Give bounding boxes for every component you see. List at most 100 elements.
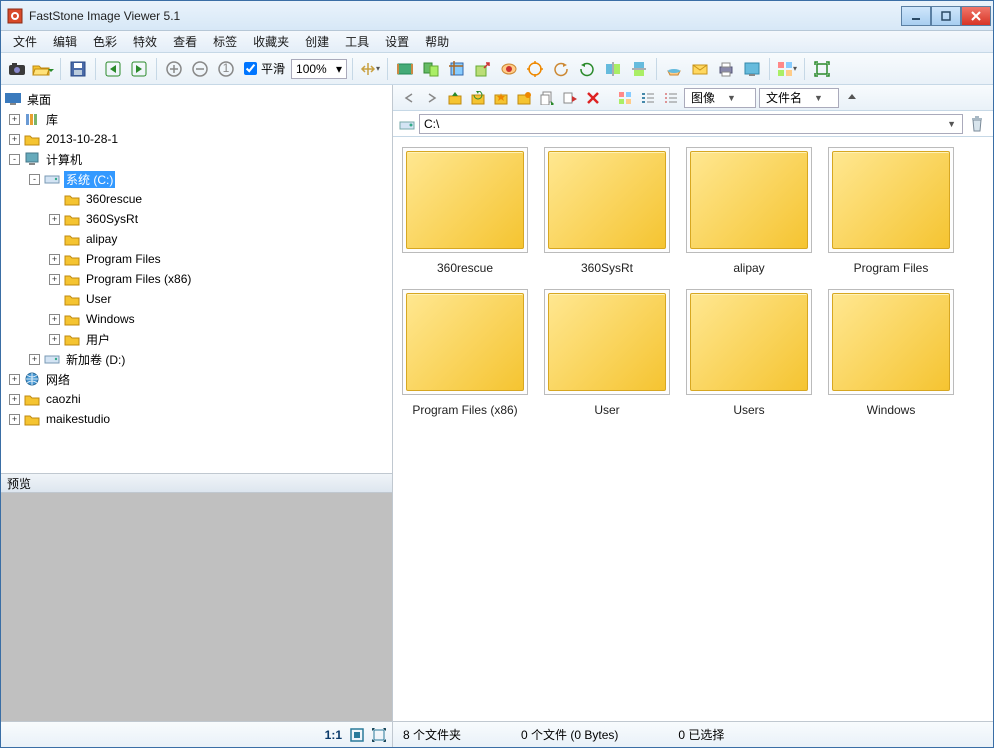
- actual-size-button[interactable]: 1: [214, 57, 238, 81]
- forward-button[interactable]: [127, 57, 151, 81]
- tree-item[interactable]: +库: [1, 109, 392, 129]
- view-details-button[interactable]: [661, 88, 681, 108]
- menu-create[interactable]: 创建: [297, 31, 337, 52]
- thumbnail-grid[interactable]: 360rescue360SysRtalipayProgram Files Prog…: [393, 137, 993, 721]
- collapse-icon[interactable]: -: [29, 174, 40, 185]
- nav-back-button[interactable]: [399, 88, 419, 108]
- tree-item[interactable]: +User: [1, 289, 392, 309]
- tree-item[interactable]: +Program Files (x86): [1, 269, 392, 289]
- tree-item[interactable]: +360rescue: [1, 189, 392, 209]
- menu-favorites[interactable]: 收藏夹: [245, 31, 297, 52]
- folder-thumbnail[interactable]: Program Files: [827, 147, 955, 275]
- tree-item[interactable]: +新加卷 (D:): [1, 349, 392, 369]
- view-type-combo[interactable]: 图像 ▼: [684, 88, 756, 108]
- tree-item[interactable]: +360SysRt: [1, 209, 392, 229]
- fullscreen-button[interactable]: [810, 57, 834, 81]
- expand-icon[interactable]: +: [49, 214, 60, 225]
- rotate-right-button[interactable]: [575, 57, 599, 81]
- tree-item[interactable]: -系统 (C:): [1, 169, 392, 189]
- compare-button[interactable]: [419, 57, 443, 81]
- flip-h-button[interactable]: [601, 57, 625, 81]
- recycle-button[interactable]: [967, 114, 987, 134]
- nav-newfolder-button[interactable]: [514, 88, 534, 108]
- tree-item[interactable]: +网络: [1, 369, 392, 389]
- flip-v-button[interactable]: [627, 57, 651, 81]
- nav-move-button[interactable]: [560, 88, 580, 108]
- tree-root[interactable]: 桌面: [1, 89, 392, 109]
- folder-thumbnail[interactable]: Windows: [827, 289, 955, 417]
- maximize-button[interactable]: [931, 6, 961, 26]
- expand-icon[interactable]: +: [9, 414, 20, 425]
- scan-button[interactable]: [662, 57, 686, 81]
- expand-icon[interactable]: +: [49, 334, 60, 345]
- effects-button[interactable]: [523, 57, 547, 81]
- zoom-out-button[interactable]: [188, 57, 212, 81]
- expand-icon[interactable]: +: [9, 114, 20, 125]
- folder-thumbnail[interactable]: alipay: [685, 147, 813, 275]
- tree-item[interactable]: +alipay: [1, 229, 392, 249]
- menu-settings[interactable]: 设置: [377, 31, 417, 52]
- menu-color[interactable]: 色彩: [85, 31, 125, 52]
- folder-thumbnail[interactable]: 360rescue: [401, 147, 529, 275]
- path-dropdown-button[interactable]: ▼: [945, 119, 958, 129]
- slideshow-button[interactable]: [393, 57, 417, 81]
- tree-item[interactable]: +Windows: [1, 309, 392, 329]
- minimize-button[interactable]: [901, 6, 931, 26]
- save-button[interactable]: [66, 57, 90, 81]
- settings-button[interactable]: ▾: [775, 57, 799, 81]
- tree-item[interactable]: +maikestudio: [1, 409, 392, 429]
- resize-button[interactable]: [471, 57, 495, 81]
- expand-icon[interactable]: +: [49, 254, 60, 265]
- pan-button[interactable]: ▾: [358, 57, 382, 81]
- nav-up-button[interactable]: [445, 88, 465, 108]
- back-button[interactable]: [101, 57, 125, 81]
- menu-edit[interactable]: 编辑: [45, 31, 85, 52]
- acquire-button[interactable]: [5, 57, 29, 81]
- view-list-button[interactable]: [638, 88, 658, 108]
- nav-refresh-button[interactable]: [468, 88, 488, 108]
- fit-icon[interactable]: [350, 728, 364, 742]
- nav-delete-button[interactable]: [583, 88, 603, 108]
- expand-icon[interactable]: +: [49, 314, 60, 325]
- folder-tree[interactable]: 桌面 +库+2013-10-28-1-计算机-系统 (C:)+360rescue…: [1, 85, 392, 473]
- expand-icon[interactable]: +: [9, 134, 20, 145]
- sort-combo[interactable]: 文件名 ▼: [759, 88, 839, 108]
- tree-item[interactable]: +用户: [1, 329, 392, 349]
- folder-thumbnail[interactable]: User: [543, 289, 671, 417]
- print-button[interactable]: [714, 57, 738, 81]
- tree-item[interactable]: +2013-10-28-1: [1, 129, 392, 149]
- nav-favorites-button[interactable]: [491, 88, 511, 108]
- menu-help[interactable]: 帮助: [417, 31, 457, 52]
- sort-direction-button[interactable]: [842, 88, 862, 108]
- menu-effects[interactable]: 特效: [125, 31, 165, 52]
- expand-icon[interactable]: +: [9, 374, 20, 385]
- menu-file[interactable]: 文件: [5, 31, 45, 52]
- fit-screen-icon[interactable]: [372, 728, 386, 742]
- path-input[interactable]: [424, 116, 945, 132]
- open-button[interactable]: [31, 57, 55, 81]
- expand-icon[interactable]: +: [9, 394, 20, 405]
- close-button[interactable]: [961, 6, 991, 26]
- rotate-left-button[interactable]: [549, 57, 573, 81]
- zoom-combo[interactable]: 100% ▾: [291, 59, 347, 79]
- view-thumbnails-button[interactable]: [615, 88, 635, 108]
- expand-icon[interactable]: +: [29, 354, 40, 365]
- email-button[interactable]: [688, 57, 712, 81]
- smooth-checkbox[interactable]: [244, 62, 257, 75]
- zoom-in-button[interactable]: [162, 57, 186, 81]
- tree-item[interactable]: +Program Files: [1, 249, 392, 269]
- nav-copy-button[interactable]: [537, 88, 557, 108]
- redeye-button[interactable]: [497, 57, 521, 81]
- folder-thumbnail[interactable]: Users: [685, 289, 813, 417]
- wallpaper-button[interactable]: [740, 57, 764, 81]
- menu-view[interactable]: 查看: [165, 31, 205, 52]
- folder-thumbnail[interactable]: Program Files (x86): [401, 289, 529, 417]
- tree-item[interactable]: +caozhi: [1, 389, 392, 409]
- nav-forward-button[interactable]: [422, 88, 442, 108]
- expand-icon[interactable]: +: [49, 274, 60, 285]
- folder-thumbnail[interactable]: 360SysRt: [543, 147, 671, 275]
- crop-button[interactable]: [445, 57, 469, 81]
- collapse-icon[interactable]: -: [9, 154, 20, 165]
- tree-item[interactable]: -计算机: [1, 149, 392, 169]
- menu-tags[interactable]: 标签: [205, 31, 245, 52]
